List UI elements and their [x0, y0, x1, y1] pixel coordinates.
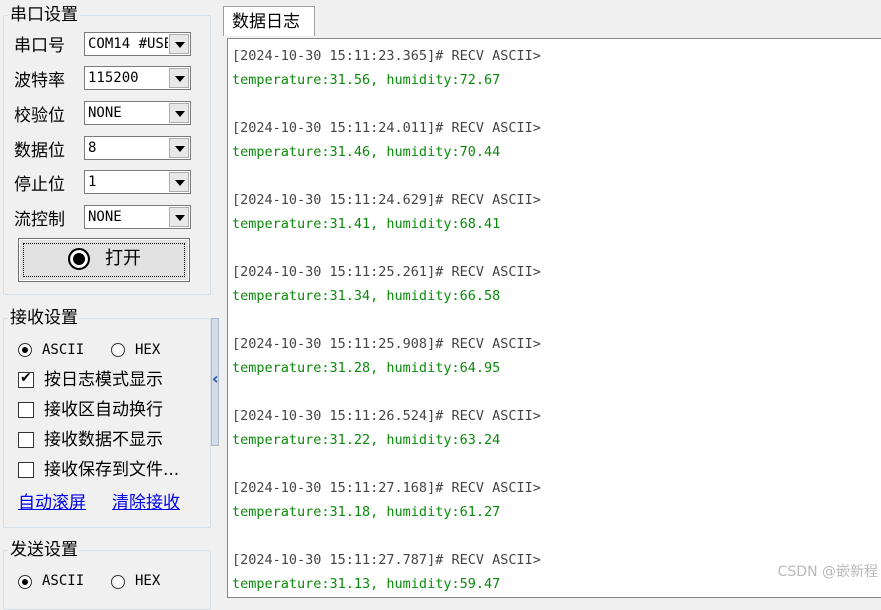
log-entry-data: temperature:31.18, humidity:61.27 [232, 504, 501, 520]
log-entry-header: [2024-10-30 15:11:24.629]# RECV ASCII> [232, 192, 541, 208]
panel-splitter[interactable]: ‹ [211, 318, 219, 446]
log-entry-data: temperature:31.46, humidity:70.44 [232, 144, 501, 160]
chevron-down-icon[interactable] [169, 138, 189, 158]
log-entry-data: temperature:31.22, humidity:63.24 [232, 432, 501, 448]
databits-value: 8 [88, 140, 97, 156]
flowcontrol-label: 流控制 [14, 210, 65, 230]
parity-value: NONE [88, 105, 122, 121]
flowcontrol-select[interactable]: NONE [84, 205, 191, 229]
send-settings-group: 发送设置 [3, 540, 211, 610]
receive-ascii-radio[interactable] [18, 343, 32, 357]
collapse-left-icon[interactable]: ‹ [212, 369, 219, 389]
baud-select[interactable]: 115200 [84, 66, 191, 90]
log-entry: [2024-10-30 15:11:25.908]# RECV ASCII> t… [232, 334, 541, 378]
chevron-down-icon[interactable] [169, 34, 189, 54]
hide-data-checkbox[interactable] [18, 432, 34, 448]
log-mode-label[interactable]: 按日志模式显示 [44, 369, 163, 391]
log-entry: [2024-10-30 15:11:26.524]# RECV ASCII> t… [232, 406, 541, 450]
tab-data-log-label: 数据日志 [232, 12, 300, 32]
hide-data-label[interactable]: 接收数据不显示 [44, 429, 163, 451]
receive-settings-title: 接收设置 [8, 308, 80, 328]
clear-receive-link[interactable]: 清除接收 [112, 492, 180, 514]
receive-ascii-label[interactable]: ASCII [42, 341, 84, 359]
baud-value: 115200 [88, 70, 139, 86]
open-port-button[interactable]: 打开 [18, 238, 190, 282]
send-hex-radio[interactable] [111, 575, 125, 589]
parity-select[interactable]: NONE [84, 101, 191, 125]
watermark: CSDN @嵌新程 [777, 564, 878, 580]
record-icon [68, 248, 90, 270]
log-entry: [2024-10-30 15:11:24.629]# RECV ASCII> t… [232, 190, 541, 234]
port-label: 串口号 [14, 36, 65, 56]
port-select[interactable]: COM14 #USB [84, 32, 191, 56]
save-to-file-checkbox[interactable] [18, 462, 34, 478]
stopbits-value: 1 [88, 174, 97, 190]
log-entry-header: [2024-10-30 15:11:24.011]# RECV ASCII> [232, 120, 541, 136]
parity-label: 校验位 [14, 106, 65, 126]
auto-scroll-link[interactable]: 自动滚屏 [18, 492, 86, 514]
log-entry-header: [2024-10-30 15:11:26.524]# RECV ASCII> [232, 408, 541, 424]
log-entry-header: [2024-10-30 15:11:23.365]# RECV ASCII> [232, 48, 541, 64]
port-value: COM14 #USB [88, 36, 168, 52]
send-hex-label[interactable]: HEX [135, 572, 160, 590]
log-area[interactable]: [2024-10-30 15:11:23.365]# RECV ASCII> t… [227, 38, 881, 598]
baud-label: 波特率 [14, 71, 65, 91]
stopbits-select[interactable]: 1 [84, 170, 191, 194]
log-entry-data: temperature:31.41, humidity:68.41 [232, 216, 501, 232]
stopbits-label: 停止位 [14, 175, 65, 195]
chevron-down-icon[interactable] [169, 172, 189, 192]
databits-label: 数据位 [14, 141, 65, 161]
flowcontrol-value: NONE [88, 209, 122, 225]
save-to-file-label[interactable]: 接收保存到文件... [44, 459, 179, 481]
log-entry: [2024-10-30 15:11:24.011]# RECV ASCII> t… [232, 118, 541, 162]
chevron-down-icon[interactable] [169, 68, 189, 88]
log-entry-header: [2024-10-30 15:11:25.908]# RECV ASCII> [232, 336, 541, 352]
receive-hex-label[interactable]: HEX [135, 341, 160, 359]
open-port-label: 打开 [105, 248, 141, 269]
serial-settings-title: 串口设置 [8, 5, 80, 25]
log-entry: [2024-10-30 15:11:25.261]# RECV ASCII> t… [232, 262, 541, 306]
log-entry-data: temperature:31.13, humidity:59.47 [232, 576, 501, 592]
tab-data-log[interactable]: 数据日志 [223, 6, 315, 36]
log-entry-header: [2024-10-30 15:11:27.168]# RECV ASCII> [232, 480, 541, 496]
checkmark-icon: ✔ [20, 370, 32, 386]
log-entry-data: temperature:31.28, humidity:64.95 [232, 360, 501, 376]
chevron-down-icon[interactable] [169, 103, 189, 123]
log-entry-data: temperature:31.56, humidity:72.67 [232, 72, 501, 88]
auto-wrap-checkbox[interactable] [18, 402, 34, 418]
log-mode-checkbox[interactable]: ✔ [18, 370, 34, 388]
log-entry: [2024-10-30 15:11:23.365]# RECV ASCII> t… [232, 46, 541, 90]
log-entry-header: [2024-10-30 15:11:27.787]# RECV ASCII> [232, 552, 541, 568]
focus-rect [23, 243, 185, 277]
send-settings-title: 发送设置 [8, 540, 80, 560]
auto-wrap-label[interactable]: 接收区自动换行 [44, 399, 163, 421]
log-entry-header: [2024-10-30 15:11:25.261]# RECV ASCII> [232, 264, 541, 280]
log-entry: [2024-10-30 15:11:27.168]# RECV ASCII> t… [232, 478, 541, 522]
send-ascii-label[interactable]: ASCII [42, 572, 84, 590]
log-entry-data: temperature:31.34, humidity:66.58 [232, 288, 501, 304]
log-entry: [2024-10-30 15:11:27.787]# RECV ASCII> t… [232, 550, 541, 594]
chevron-down-icon[interactable] [169, 207, 189, 227]
databits-select[interactable]: 8 [84, 136, 191, 160]
receive-hex-radio[interactable] [111, 343, 125, 357]
send-ascii-radio[interactable] [18, 575, 32, 589]
